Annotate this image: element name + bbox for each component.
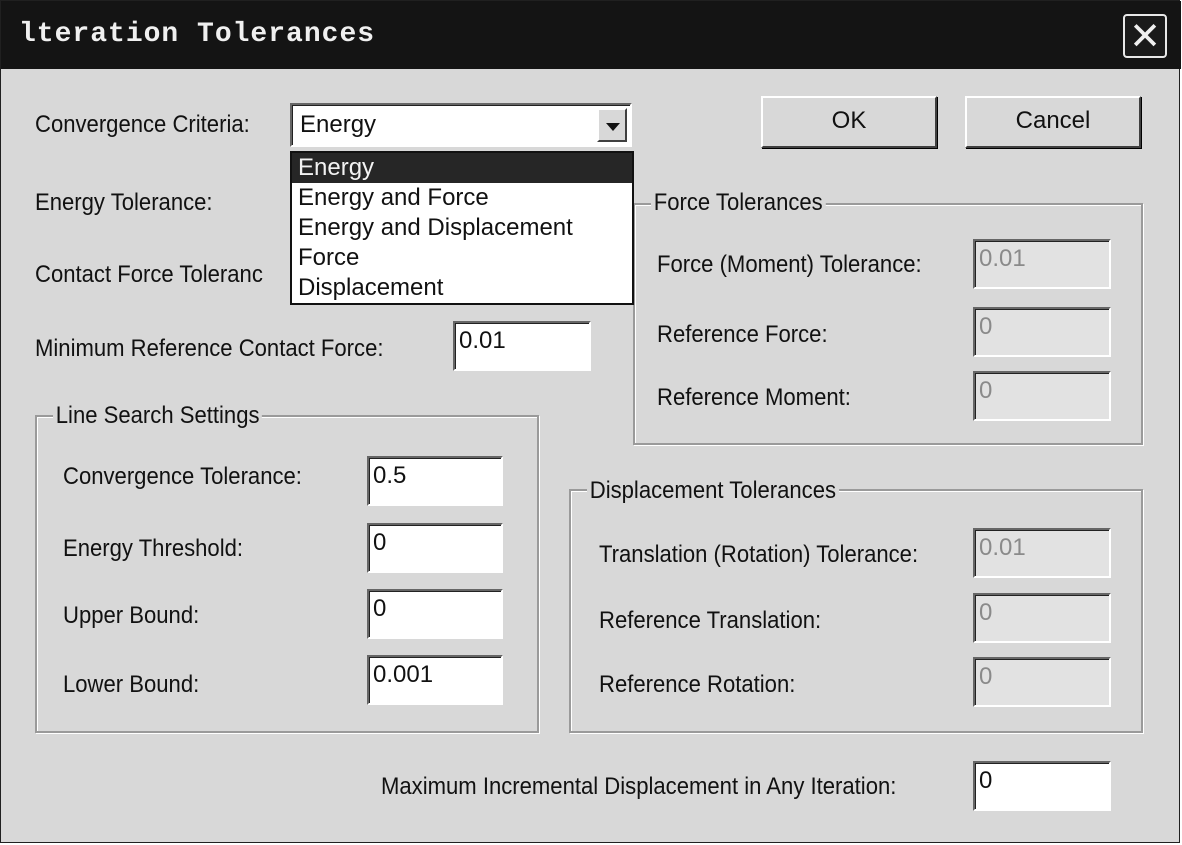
convergence-tolerance-label: Convergence Tolerance: [63, 463, 302, 490]
displacement-tolerances-title: Displacement Tolerances [587, 477, 839, 505]
reference-force-label: Reference Force: [657, 321, 828, 348]
cancel-button[interactable]: Cancel [965, 96, 1141, 148]
lower-bound-input[interactable]: 0.001 [367, 655, 503, 705]
reference-force-input: 0 [973, 307, 1111, 357]
reference-moment-input: 0 [973, 371, 1111, 421]
convergence-dropdown-button[interactable] [597, 108, 627, 142]
energy-tolerance-label: Energy Tolerance: [35, 189, 213, 216]
lower-bound-label: Lower Bound: [63, 671, 200, 698]
close-button[interactable]: ✕ [1123, 14, 1167, 58]
translation-rotation-tolerance-label: Translation (Rotation) Tolerance: [599, 541, 919, 568]
reference-translation-label: Reference Translation: [599, 607, 822, 634]
max-incremental-displacement-input[interactable]: 0 [973, 761, 1111, 811]
energy-threshold-label: Energy Threshold: [63, 535, 244, 562]
reference-rotation-input: 0 [973, 657, 1111, 707]
convergence-criteria-label: Convergence Criteria: [35, 111, 250, 138]
force-tolerances-title: Force Tolerances [651, 189, 826, 217]
force-moment-tolerance-label: Force (Moment) Tolerance: [657, 251, 922, 278]
dropdown-option-energy[interactable]: Energy [292, 153, 632, 183]
convergence-criteria-value: Energy [300, 111, 377, 138]
dropdown-option-energy-and-displacement[interactable]: Energy and Displacement [292, 213, 632, 243]
ok-button[interactable]: OK [761, 96, 937, 148]
translation-rotation-tolerance-input: 0.01 [973, 528, 1111, 578]
upper-bound-input[interactable]: 0 [367, 589, 503, 639]
dropdown-option-force[interactable]: Force [292, 243, 632, 273]
dialog-title: lteration Tolerances [19, 19, 376, 50]
line-search-settings-title: Line Search Settings [53, 402, 263, 430]
reference-rotation-label: Reference Rotation: [599, 671, 796, 698]
chevron-down-icon [606, 123, 620, 131]
upper-bound-label: Upper Bound: [63, 602, 200, 629]
iteration-tolerances-dialog: lteration Tolerances ✕ Convergence Crite… [0, 0, 1181, 843]
close-icon: ✕ [1129, 14, 1161, 58]
convergence-criteria-dropdown-list: Energy Energy and Force Energy and Displ… [290, 151, 634, 305]
force-moment-tolerance-input: 0.01 [973, 239, 1111, 289]
dropdown-option-energy-and-force[interactable]: Energy and Force [292, 183, 632, 213]
min-reference-contact-force-label: Minimum Reference Contact Force: [35, 335, 384, 362]
convergence-tolerance-input[interactable]: 0.5 [367, 456, 503, 506]
energy-threshold-input[interactable]: 0 [367, 523, 503, 573]
max-incremental-displacement-label: Maximum Incremental Displacement in Any … [381, 773, 897, 800]
contact-force-tolerance-label: Contact Force Toleranc [35, 261, 263, 288]
title-bar[interactable]: lteration Tolerances ✕ [1, 1, 1181, 69]
reference-translation-input: 0 [973, 593, 1111, 643]
dropdown-option-displacement[interactable]: Displacement [292, 273, 632, 303]
convergence-criteria-select[interactable]: Energy [290, 103, 632, 147]
reference-moment-label: Reference Moment: [657, 384, 851, 411]
min-reference-contact-force-input[interactable]: 0.01 [453, 321, 591, 371]
